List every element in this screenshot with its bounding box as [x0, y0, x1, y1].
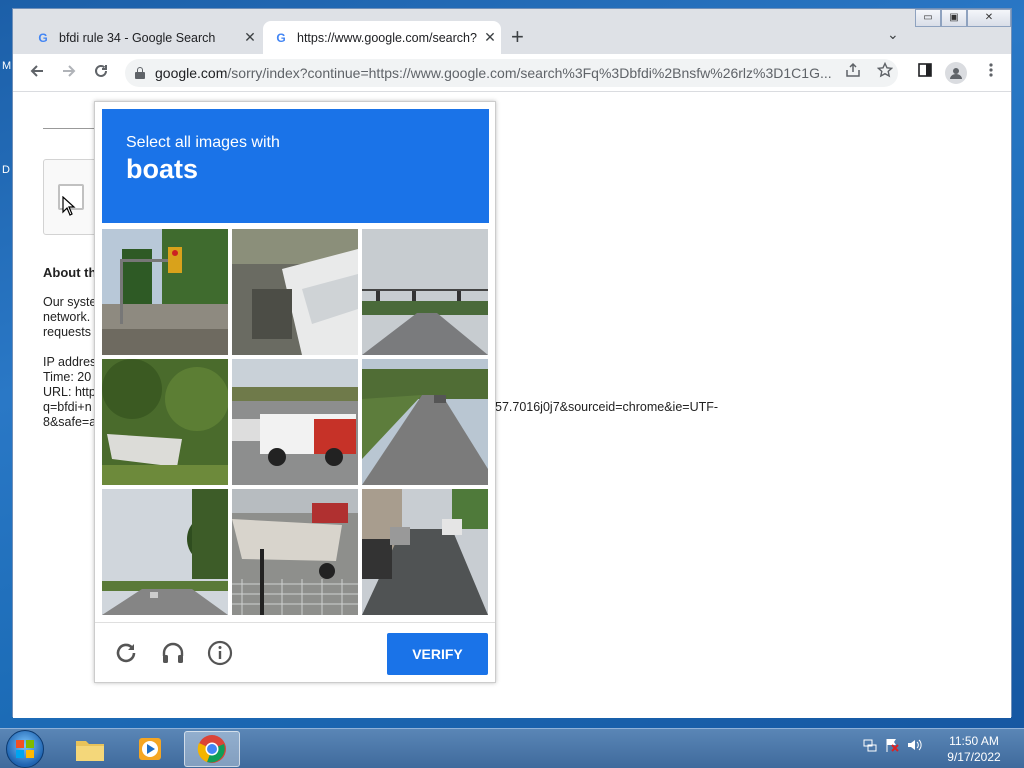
ip-line: IP addres — [43, 355, 97, 369]
share-icon[interactable] — [845, 62, 861, 82]
volume-icon[interactable] — [906, 737, 922, 756]
browser-window: G bfdi rule 34 - Google Search ✕ G https… — [12, 8, 1012, 718]
media-player-taskbar-icon[interactable] — [122, 731, 178, 767]
captcha-tile-highway-car[interactable] — [362, 359, 488, 485]
star-icon[interactable] — [876, 61, 894, 82]
time-line: Time: 20 — [43, 370, 92, 384]
tab-close-icon[interactable]: ✕ — [239, 29, 261, 46]
about-heading: About th — [43, 265, 97, 280]
reload-challenge-icon[interactable] — [113, 640, 141, 668]
paragraph-line: network. — [43, 310, 91, 324]
clock-date: 9/17/2022 — [947, 750, 1001, 764]
desktop-icon-label: M — [2, 60, 12, 72]
google-favicon-icon: G — [38, 30, 48, 45]
captcha-tile-boat-in-bushes[interactable] — [102, 359, 228, 485]
back-arrow-icon[interactable] — [25, 62, 49, 85]
paragraph-line: Our syste — [43, 295, 97, 309]
url-domain: google.com — [155, 65, 228, 81]
tab-title: bfdi rule 34 - Google Search — [59, 30, 216, 45]
captcha-tile-road-traffic-lights[interactable] — [362, 229, 488, 355]
taskbar-clock[interactable]: 11:50 AM 9/17/2022 — [940, 733, 1008, 765]
audio-challenge-icon[interactable] — [160, 640, 188, 668]
mouse-cursor-icon — [62, 195, 76, 221]
minimize-button[interactable]: ▭ — [915, 9, 941, 27]
start-button[interactable] — [6, 730, 44, 768]
captcha-tile-intersection-pickup-truck[interactable] — [232, 359, 358, 485]
address-bar[interactable]: google.com/sorry/index?continue=https://… — [125, 59, 898, 87]
google-favicon-icon: G — [276, 30, 286, 45]
reload-icon[interactable] — [89, 62, 113, 85]
image-grid — [102, 229, 489, 616]
url-path: /sorry/index?continue=https://www.google… — [227, 65, 832, 81]
challenge-target: boats — [126, 154, 199, 184]
tab-strip: G bfdi rule 34 - Google Search ✕ G https… — [13, 9, 1011, 54]
clock-time: 11:50 AM — [949, 734, 999, 748]
new-tab-button[interactable]: + — [511, 24, 524, 50]
side-panel-icon[interactable] — [917, 62, 933, 82]
action-center-flag-icon[interactable] — [884, 737, 900, 756]
browser-toolbar: google.com/sorry/index?continue=https://… — [13, 54, 1011, 92]
challenge-footer: VERIFY — [95, 622, 495, 684]
info-icon[interactable] — [207, 640, 235, 668]
captcha-tile-boat-on-trailer[interactable] — [232, 489, 358, 615]
tab-title: https://www.google.com/search? — [297, 30, 477, 45]
tab-search-button[interactable]: ⌄ — [887, 26, 899, 43]
tab-google-search[interactable]: G bfdi rule 34 - Google Search ✕ — [25, 21, 261, 54]
forward-arrow-icon[interactable] — [57, 62, 81, 85]
challenge-header: Select all images with boats — [102, 109, 489, 223]
url-line: q=bfdi+n — [43, 400, 92, 414]
url-line: URL: http — [43, 385, 96, 399]
window-controls: ▭ ▣ ✕ — [915, 9, 1011, 27]
captcha-tile-intersection-traffic-light[interactable] — [102, 229, 228, 355]
url-line: 8&safe=a — [43, 415, 97, 429]
verify-button[interactable]: VERIFY — [387, 633, 488, 675]
file-explorer-taskbar-icon[interactable] — [62, 731, 118, 767]
close-window-button[interactable]: ✕ — [967, 9, 1011, 27]
paragraph-line: requests — [43, 325, 91, 339]
url-overflow-text: 57.7016j0j7&sourceid=chrome&ie=UTF- — [495, 400, 719, 414]
challenge-instruction: Select all images with — [126, 134, 280, 151]
taskbar: 11:50 AM 9/17/2022 — [0, 728, 1024, 768]
profile-icon[interactable] — [945, 62, 967, 84]
lock-icon — [135, 67, 145, 79]
kebab-menu-icon[interactable] — [983, 62, 999, 82]
captcha-tile-road-trees[interactable] — [102, 489, 228, 615]
tab-sorry-page[interactable]: G https://www.google.com/search? ✕ — [263, 21, 501, 54]
network-icon[interactable] — [862, 737, 878, 756]
captcha-tile-street-parked-cars[interactable] — [362, 489, 488, 615]
chrome-taskbar-icon[interactable] — [184, 731, 240, 767]
captcha-challenge: Select all images with boats VERIFY — [94, 101, 496, 683]
captcha-tile-boat-closeup[interactable] — [232, 229, 358, 355]
tab-close-icon[interactable]: ✕ — [479, 29, 501, 46]
desktop-icon-label: D — [2, 164, 10, 176]
system-tray — [862, 737, 922, 756]
restore-button[interactable]: ▣ — [941, 9, 967, 27]
